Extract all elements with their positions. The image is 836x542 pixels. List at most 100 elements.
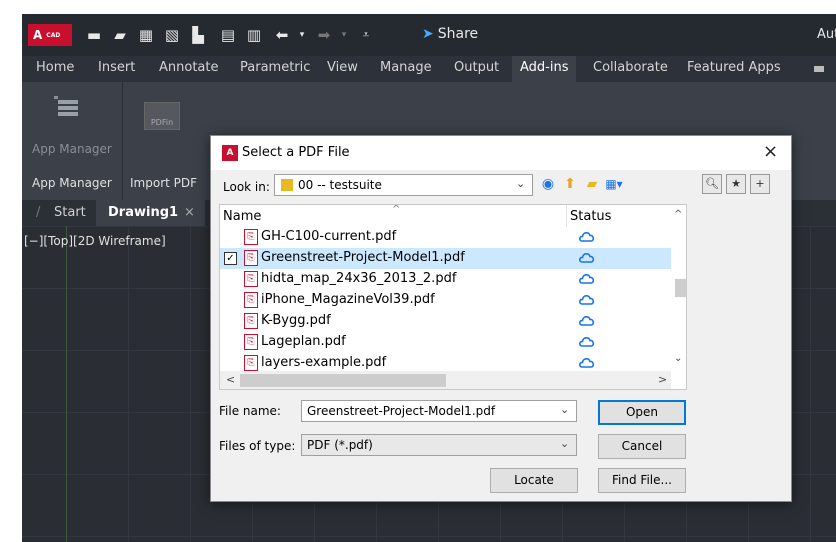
app-manager-button[interactable]: App Manager [32,142,112,156]
ribbon-separator [122,82,123,200]
plot-icon[interactable]: ▥ [245,26,263,44]
sort-ascending-icon: ^ [392,204,401,215]
favorites-icon[interactable]: ★ [726,174,746,194]
tab-view[interactable]: View [327,60,358,75]
folder-icon [281,179,293,191]
logo-sub: CAD [46,31,61,39]
scroll-right-icon[interactable]: > [658,373,667,386]
file-row[interactable]: ⎘ iPhone_MagazineVol39.pdf [220,290,671,311]
tab-output[interactable]: Output [454,60,499,75]
save-icon[interactable]: ▦ [137,26,155,44]
column-name[interactable]: Name [223,209,261,224]
chevron-down-icon[interactable]: ⌄ [560,437,569,450]
search-icon[interactable]: 🔍︎ [702,174,722,194]
column-status[interactable]: Status [570,209,611,224]
web-mobile-icon[interactable]: ▙ [189,26,207,44]
cloud-icon [579,232,595,242]
file-name-input[interactable]: Greenstreet-Project-Model1.pdf ⌄ [301,400,577,422]
new-folder-icon[interactable]: ▰ [582,174,602,194]
share-button[interactable]: ➤ Share [422,26,478,42]
tab-featured-apps[interactable]: Featured Apps [687,60,781,75]
file-name: iPhone_MagazineVol39.pdf [261,292,435,307]
locate-button[interactable]: Locate [490,468,578,493]
new-file-icon[interactable]: ▬ [85,26,103,44]
window-title: Auto [817,27,836,42]
pdf-file-icon: ⎘ [244,334,258,350]
file-row[interactable]: ✓ ⎘ Greenstreet-Project-Model1.pdf [220,248,671,269]
horizontal-scroll-thumb[interactable] [240,374,446,387]
tab-annotate[interactable]: Annotate [159,60,218,75]
dialog-close-button[interactable]: × [763,141,778,162]
cloud-icon [579,253,595,263]
file-row[interactable]: ⎘ Lageplan.pdf [220,332,671,353]
scroll-down-icon[interactable]: ⌄ [674,353,682,364]
save-as-icon[interactable]: ▧ [163,26,181,44]
horizontal-scrollbar[interactable]: < > [220,371,671,389]
dialog-titlebar: A Select a PDF File × [211,136,791,170]
tab-manage[interactable]: Manage [380,60,432,75]
chevron-down-icon[interactable]: ⌄ [560,403,569,416]
files-of-type-select[interactable]: PDF (*.pdf) ⌄ [301,434,577,456]
tab-divider: / [36,205,41,220]
file-list[interactable]: Name ^ Status ⎘ GH-C100-current.pdf ✓ ⎘ Gree… [219,204,687,390]
tab-home[interactable]: Home [36,60,74,75]
files-of-type-value: PDF (*.pdf) [307,438,373,452]
tab-insert[interactable]: Insert [98,60,135,75]
quick-access-toolbar: A CAD ▬ ▰ ▦ ▧ ▙ ▤ ▥ ⬅ ▾ ➡ ▾ ⩡ ➤Share Aut… [22,14,836,56]
cancel-button[interactable]: Cancel [598,434,686,459]
doc-tab-drawing1-label: Drawing1 [108,205,179,220]
tab-collaborate[interactable]: Collaborate [593,60,668,75]
ribbon-minimize-icon[interactable] [814,66,824,72]
column-separator[interactable] [566,205,567,227]
file-name-value: Greenstreet-Project-Model1.pdf [307,404,496,418]
pdf-file-icon: ⎘ [244,313,258,329]
pdf-import-icon[interactable]: PDFin [144,102,180,130]
look-in-label: Look in: [223,180,270,194]
file-row[interactable]: ⎘ GH-C100-current.pdf [220,227,671,248]
dialog-title: Select a PDF File [242,145,350,160]
vertical-scroll-thumb[interactable] [675,279,686,297]
file-row[interactable]: ⎘ K-Bygg.pdf [220,311,671,332]
redo-icon[interactable]: ➡ [315,26,333,44]
ucs-axis-line [66,226,67,542]
viewport-controls[interactable]: [−][Top][2D Wireframe] [24,234,166,248]
scroll-left-icon[interactable]: < [226,373,235,386]
add-favorite-icon[interactable]: + [750,174,770,194]
pdf-import-label: PDFin [150,118,174,127]
open-button[interactable]: Open [598,400,686,425]
panel-import-pdf: Import PDF [130,176,198,190]
scroll-up-icon[interactable]: ^ [674,209,682,220]
cloud-icon [579,316,595,326]
files-of-type-label: Files of type: [219,439,296,453]
logo-letter: A [33,28,43,42]
back-icon[interactable]: ◉ [538,174,558,194]
doc-tab-start[interactable]: Start [54,205,86,220]
close-icon[interactable]: × [184,205,195,220]
panel-app-manager: App Manager [32,176,112,190]
find-file-button[interactable]: Find File... [598,468,686,493]
redo-dropdown-icon[interactable]: ▾ [335,26,353,44]
cloud-icon [579,274,595,284]
views-icon[interactable]: ▦▾ [604,174,624,194]
app-logo[interactable]: A CAD [28,24,72,46]
customize-qat-icon[interactable]: ⩡ [357,26,375,44]
autocad-icon: A [222,145,238,161]
tab-add-ins[interactable]: Add-ins [512,56,577,82]
open-folder-icon[interactable]: ▰ [111,26,129,44]
app-manager-icon[interactable] [52,94,80,118]
up-folder-icon[interactable]: ⬆ [560,174,580,194]
look-in-select[interactable]: 00 -- testsuite ⌄ [274,174,533,196]
file-name: hidta_map_24x36_2013_2.pdf [261,271,457,286]
vertical-scrollbar[interactable]: ^ ⌄ [671,205,686,371]
ribbon-tabs: Home Insert Annotate Parametric View Man… [22,56,836,82]
undo-icon[interactable]: ⬅ [273,26,291,44]
file-name-label: File name: [219,404,281,418]
undo-dropdown-icon[interactable]: ▾ [293,26,311,44]
file-name: layers-example.pdf [261,355,387,370]
publish-icon[interactable]: ▤ [219,26,237,44]
cloud-icon [579,295,595,305]
doc-tab-drawing1[interactable]: Drawing1 × [96,200,205,226]
checkbox[interactable]: ✓ [224,252,237,265]
file-row[interactable]: ⎘ hidta_map_24x36_2013_2.pdf [220,269,671,290]
tab-parametric[interactable]: Parametric [240,60,310,75]
